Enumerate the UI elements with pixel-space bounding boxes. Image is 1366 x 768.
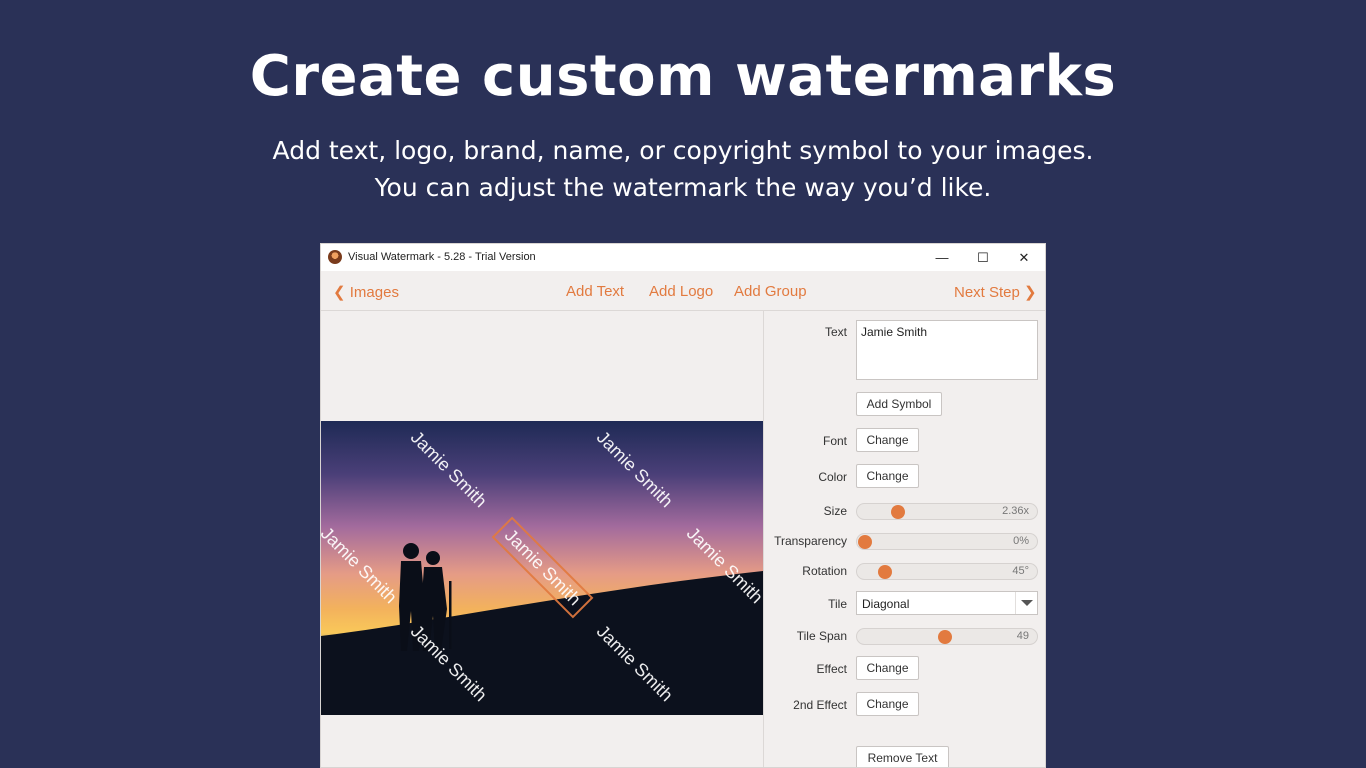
app-logo-icon: [328, 250, 342, 264]
hero-title: Create custom watermarks: [249, 44, 1117, 109]
effect-label: Effect: [816, 662, 847, 676]
size-slider-knob[interactable]: [890, 505, 905, 519]
effect-change-button[interactable]: Change: [856, 656, 919, 680]
transparency-value: 0%: [1013, 535, 1029, 547]
minimize-button[interactable]: —: [921, 244, 963, 271]
font-change-button[interactable]: Change: [856, 428, 919, 452]
transparency-slider[interactable]: 0%: [856, 533, 1038, 550]
rotation-value: 45°: [1012, 565, 1029, 577]
color-change-button[interactable]: Change: [856, 464, 919, 488]
tile-select[interactable]: Diagonal: [856, 591, 1038, 615]
tile-span-value: 49: [1016, 630, 1029, 642]
tile-span-label: Tile Span: [796, 629, 847, 643]
back-label: Images: [349, 284, 399, 301]
add-symbol-button[interactable]: Add Symbol: [856, 392, 942, 416]
color-label: Color: [818, 470, 847, 484]
properties-panel: Text Jamie Smith Add Symbol Font Change …: [763, 311, 1045, 767]
tile-selected-value: Diagonal: [862, 597, 910, 611]
tile-span-slider-knob[interactable]: [938, 630, 953, 644]
close-button[interactable]: ✕: [1003, 244, 1045, 271]
transparency-slider-knob[interactable]: [858, 535, 872, 549]
tile-span-slider[interactable]: 49: [856, 628, 1038, 645]
remove-text-button[interactable]: Remove Text: [856, 746, 949, 767]
second-effect-change-button[interactable]: Change: [856, 692, 919, 716]
tile-label: Tile: [828, 597, 847, 611]
transparency-label: Transparency: [774, 534, 847, 548]
chevron-down-icon[interactable]: [1015, 592, 1037, 614]
preview-image[interactable]: Jamie Smith Jamie Smith Jamie Smith Jami…: [321, 421, 763, 715]
app-window: Visual Watermark - 5.28 - Trial Version …: [320, 243, 1046, 768]
rotation-slider-knob[interactable]: [877, 565, 892, 579]
add-group-button[interactable]: Add Group: [734, 283, 807, 300]
font-label: Font: [822, 434, 847, 448]
rotation-slider[interactable]: 45°: [856, 563, 1038, 580]
back-to-images-button[interactable]: ❮ Images: [333, 283, 399, 301]
next-step-button[interactable]: Next Step ❯: [954, 283, 1037, 301]
add-text-button[interactable]: Add Text: [566, 283, 624, 300]
next-label: Next Step: [954, 284, 1020, 301]
chevron-right-icon: ❯: [1024, 284, 1037, 301]
rotation-label: Rotation: [802, 564, 847, 578]
text-label: Text: [824, 325, 847, 339]
preview-canvas: Jamie Smith Jamie Smith Jamie Smith Jami…: [321, 311, 763, 767]
second-effect-label: 2nd Effect: [793, 698, 847, 712]
hero-subtitle-line2: You can adjust the watermark the way you…: [374, 173, 992, 202]
watermark-text-input[interactable]: Jamie Smith: [856, 320, 1038, 380]
size-label: Size: [823, 504, 847, 518]
add-logo-button[interactable]: Add Logo: [649, 283, 713, 300]
maximize-button[interactable]: ☐: [962, 244, 1004, 271]
chevron-left-icon: ❮: [333, 284, 346, 301]
window-title: Visual Watermark - 5.28 - Trial Version: [348, 251, 536, 263]
size-value: 2.36x: [1002, 505, 1029, 517]
toolbar: ❮ Images Add Text Add Logo Add Group Nex…: [321, 271, 1045, 311]
title-bar: Visual Watermark - 5.28 - Trial Version …: [321, 244, 1045, 271]
size-slider[interactable]: 2.36x: [856, 503, 1038, 520]
hero-subtitle-line1: Add text, logo, brand, name, or copyrigh…: [272, 136, 1094, 165]
